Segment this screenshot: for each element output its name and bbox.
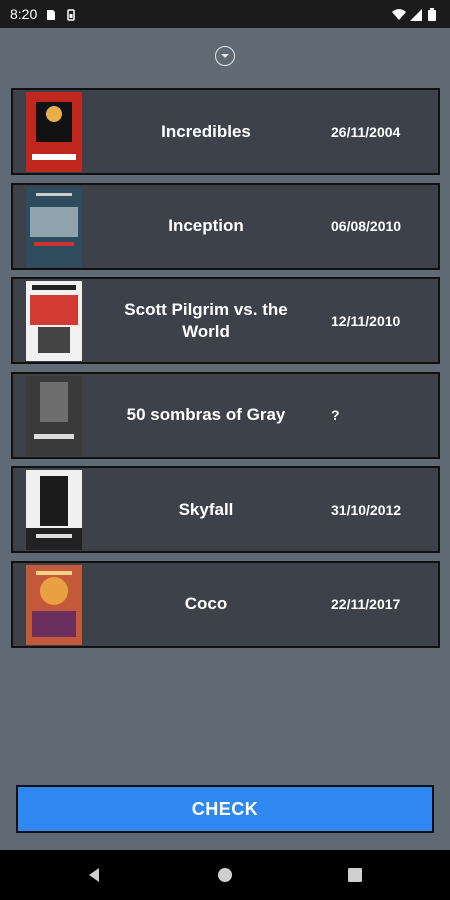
movie-date: 26/11/2004	[331, 123, 401, 140]
check-button[interactable]: CHECK	[16, 785, 434, 833]
movie-poster	[26, 186, 82, 267]
movie-title: Incredibles	[161, 121, 251, 141]
home-icon[interactable]	[215, 865, 235, 885]
movie-row[interactable]: 50 sombras of Gray ?	[11, 371, 440, 459]
status-time: 8:20	[10, 6, 38, 22]
battery-icon	[428, 8, 440, 21]
movie-date: 22/11/2017	[331, 596, 401, 612]
movie-title: Coco	[184, 594, 228, 613]
back-icon[interactable]	[84, 865, 104, 885]
sim-card-icon	[45, 8, 57, 20]
movie-title: Inception	[168, 216, 244, 235]
recents-icon[interactable]	[345, 865, 365, 885]
movie-date: ?	[331, 407, 340, 423]
movie-date: 12/11/2010	[331, 312, 401, 329]
navigation-bar	[0, 850, 450, 900]
battery-saver-icon	[65, 8, 77, 21]
chevron-down-circle-icon[interactable]	[215, 46, 235, 66]
movie-row[interactable]: Skyfall 31/10/2012	[11, 466, 440, 553]
movie-poster	[26, 281, 82, 361]
wifi-icon	[392, 8, 406, 20]
signal-icon	[410, 8, 422, 21]
movie-list: Incredibles 26/11/2004 Inception 06/08/2…	[11, 88, 440, 655]
movie-row[interactable]: Coco 22/11/2017	[11, 560, 440, 648]
movie-title: Scott Pilgrim vs. the World	[124, 299, 288, 341]
movie-row[interactable]: Scott Pilgrim vs. the World 12/11/2010	[11, 277, 440, 364]
main-content: Incredibles 26/11/2004 Inception 06/08/2…	[0, 28, 450, 850]
movie-date: 31/10/2012	[331, 501, 402, 518]
movie-poster	[26, 375, 82, 456]
movie-poster	[26, 564, 82, 645]
movie-date: 06/08/2010	[331, 218, 402, 234]
movie-row[interactable]: Inception 06/08/2010	[11, 182, 440, 270]
movie-poster	[26, 92, 82, 172]
movie-row[interactable]: Incredibles 26/11/2004	[11, 88, 440, 175]
movie-title: 50 sombras of Gray	[126, 405, 286, 424]
movie-title: Skyfall	[178, 499, 234, 519]
movie-poster	[26, 470, 82, 550]
status-bar: 8:20	[0, 0, 450, 28]
